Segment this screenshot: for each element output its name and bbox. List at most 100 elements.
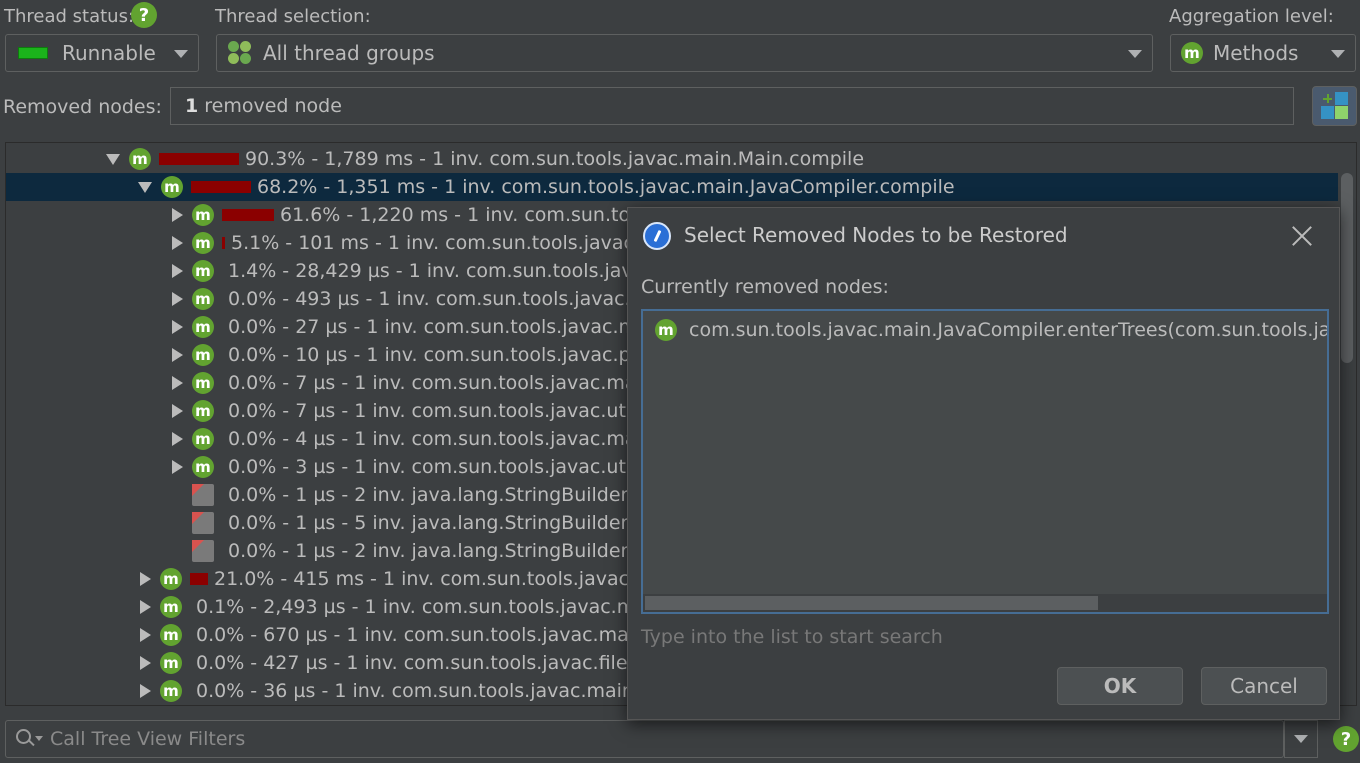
expanded-arrow-icon[interactable] (106, 153, 120, 165)
method-icon: m (1181, 42, 1203, 64)
removed-nodes-text: removed node (204, 95, 342, 117)
collapsed-arrow-icon[interactable] (172, 460, 183, 474)
method-icon: m (192, 400, 214, 422)
search-hint: Type into the list to start search (641, 626, 943, 648)
aggregation-level-label: Aggregation level: (1169, 6, 1334, 27)
tree-row-label: 90.3% - 1,789 ms - 1 inv. com.sun.tools.… (245, 148, 865, 170)
thread-status-value: Runnable (62, 41, 156, 65)
method-icon: m (160, 624, 182, 646)
percent-bar (190, 573, 208, 585)
runnable-status-icon (18, 47, 48, 59)
method-icon: m (192, 372, 214, 394)
thread-selection-dropdown[interactable]: All thread groups (216, 34, 1153, 72)
percent-bar-fill (159, 153, 239, 165)
close-icon[interactable] (1288, 222, 1316, 250)
percent-bar-fill (222, 209, 274, 221)
thread-status-dropdown[interactable]: Runnable (5, 34, 199, 72)
restore-nodes-icon (1320, 92, 1349, 120)
method-icon: m (192, 260, 214, 282)
collapsed-arrow-icon[interactable] (172, 432, 183, 446)
collapsed-arrow-icon[interactable] (172, 320, 183, 334)
method-icon: m (161, 176, 183, 198)
tree-row[interactable]: m 90.3% - 1,789 ms - 1 inv. com.sun.tools… (6, 145, 1338, 173)
dialog-title: Select Removed Nodes to be Restored (684, 223, 1068, 247)
aggregation-level-value: Methods (1213, 41, 1299, 65)
call-tree-filter-field[interactable]: Call Tree View Filters (5, 720, 1284, 758)
ok-button[interactable]: OK (1057, 667, 1183, 705)
tree-row-label: 0.0% - 1 µs - 2 inv. java.lang.StringBui… (228, 484, 633, 506)
collapsed-arrow-icon[interactable] (140, 572, 151, 586)
filter-help-icon[interactable]: ? (1333, 726, 1359, 752)
tree-row[interactable]: m 68.2% - 1,351 ms - 1 inv. com.sun.tools… (6, 173, 1338, 201)
tree-row-label: 0.0% - 7 µs - 1 inv. com.sun.tools.javac… (228, 400, 637, 422)
thread-group-icon (227, 40, 253, 66)
method-icon: m (160, 652, 182, 674)
collapsed-arrow-icon[interactable] (140, 656, 151, 670)
restore-nodes-dialog: Select Removed Nodes to be Restored Curr… (627, 207, 1340, 720)
tree-row-label: 0.0% - 670 µs - 1 inv. com.sun.tools.jav… (196, 624, 647, 646)
collapsed-arrow-icon[interactable] (172, 404, 183, 418)
chevron-down-icon (1294, 735, 1308, 743)
tree-row-label: 21.0% - 415 ms - 1 inv. com.sun.tools.ja… (214, 568, 683, 590)
percent-bar (191, 181, 251, 193)
removed-nodes-list[interactable]: m com.sun.tools.javac.main.JavaCompiler.… (641, 309, 1329, 614)
list-item-label: com.sun.tools.javac.main.JavaCompiler.en… (689, 319, 1327, 341)
cancel-button[interactable]: Cancel (1201, 667, 1327, 705)
filter-options-button[interactable] (1284, 720, 1318, 758)
percent-bar-fill (190, 573, 208, 585)
collapsed-arrow-icon[interactable] (172, 264, 183, 278)
dialog-app-icon (643, 222, 671, 250)
method-icon: m (160, 680, 182, 702)
percent-bar (159, 153, 239, 165)
percent-bar-fill (222, 237, 225, 249)
removed-nodes-count: 1 (185, 95, 199, 117)
method-icon: m (192, 288, 214, 310)
aggregation-level-dropdown[interactable]: m Methods (1170, 34, 1356, 72)
chevron-down-icon (1128, 50, 1142, 58)
collapsed-arrow-icon[interactable] (172, 236, 183, 250)
call-tree-scrollbar-thumb[interactable] (1341, 173, 1353, 363)
tree-row-label: 0.1% - 2,493 µs - 1 inv. com.sun.tools.j… (196, 596, 665, 618)
percent-bar (222, 209, 274, 221)
list-scrollbar-thumb[interactable] (645, 596, 1098, 610)
thread-status-label: Thread status: (4, 6, 135, 27)
thread-status-help-icon[interactable]: ? (131, 2, 157, 28)
tree-row-label: 0.0% - 36 µs - 1 inv. com.sun.tools.java… (196, 680, 641, 702)
method-icon: m (160, 568, 182, 590)
chevron-down-icon (1331, 50, 1345, 58)
collapsed-arrow-icon[interactable] (140, 628, 151, 642)
method-icon: m (655, 319, 677, 341)
expanded-arrow-icon[interactable] (138, 181, 152, 193)
library-method-icon (192, 512, 214, 534)
removed-list-label: Currently removed nodes: (641, 276, 889, 298)
percent-bar-fill (191, 181, 251, 193)
method-icon: m (160, 596, 182, 618)
tree-row-label: 0.0% - 3 µs - 1 inv. com.sun.tools.javac… (228, 456, 637, 478)
collapsed-arrow-icon[interactable] (140, 600, 151, 614)
method-icon: m (192, 428, 214, 450)
collapsed-arrow-icon[interactable] (140, 684, 151, 698)
list-item[interactable]: m com.sun.tools.javac.main.JavaCompiler.… (655, 319, 1327, 341)
call-tree-scrollbar[interactable] (1338, 143, 1356, 705)
method-icon: m (192, 344, 214, 366)
collapsed-arrow-icon[interactable] (172, 376, 183, 390)
collapsed-arrow-icon[interactable] (172, 292, 183, 306)
library-method-icon (192, 540, 214, 562)
collapsed-arrow-icon[interactable] (172, 208, 183, 222)
tree-row-label: 0.0% - 427 µs - 1 inv. com.sun.tools.jav… (196, 652, 647, 674)
percent-bar (222, 237, 225, 249)
thread-selection-label: Thread selection: (215, 6, 371, 27)
removed-nodes-label: Removed nodes: (3, 96, 162, 118)
tree-row-label: 0.0% - 7 µs - 1 inv. com.sun.tools.javac… (228, 372, 654, 394)
method-icon: m (192, 316, 214, 338)
list-horizontal-scrollbar[interactable] (643, 594, 1327, 612)
restore-nodes-button[interactable] (1312, 86, 1357, 126)
search-icon (16, 728, 43, 750)
collapsed-arrow-icon[interactable] (172, 348, 183, 362)
thread-selection-value: All thread groups (263, 41, 435, 65)
method-icon: m (192, 232, 214, 254)
removed-nodes-field[interactable]: 1 removed node (170, 87, 1294, 125)
tree-row-label: 0.0% - 493 µs - 1 inv. com.sun.tools.jav… (228, 288, 679, 310)
tree-row-label: 0.0% - 4 µs - 1 inv. com.sun.tools.javac… (228, 428, 654, 450)
tree-row-label: 0.0% - 27 µs - 1 inv. com.sun.tools.java… (228, 316, 666, 338)
